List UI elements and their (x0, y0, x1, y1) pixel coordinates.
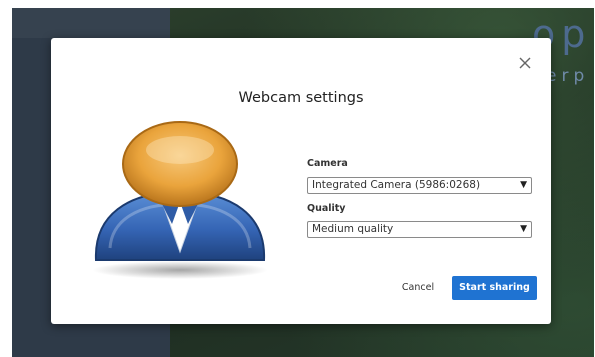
quality-select-value: Medium quality (312, 223, 394, 235)
avatar (88, 120, 273, 280)
dialog-title: Webcam settings (238, 90, 364, 106)
camera-select-value: Integrated Camera (5986:0268) (312, 179, 481, 191)
chevron-down-icon: ▼ (520, 180, 527, 190)
left-panel-topbar (12, 8, 170, 38)
camera-select[interactable]: Integrated Camera (5986:0268) ▼ (307, 177, 532, 194)
close-icon (519, 57, 531, 69)
webcam-settings-dialog: Webcam settings Camera Integrated Camera… (51, 38, 551, 324)
camera-label: Camera (307, 158, 348, 169)
close-button[interactable] (517, 55, 533, 71)
cancel-button[interactable]: Cancel (397, 278, 439, 298)
chevron-down-icon: ▼ (520, 224, 527, 234)
quality-select[interactable]: Medium quality ▼ (307, 221, 532, 238)
start-sharing-button[interactable]: Start sharing (452, 276, 537, 300)
quality-label: Quality (307, 203, 346, 214)
user-avatar-icon (92, 121, 268, 279)
background-tagline: erp (546, 66, 590, 86)
